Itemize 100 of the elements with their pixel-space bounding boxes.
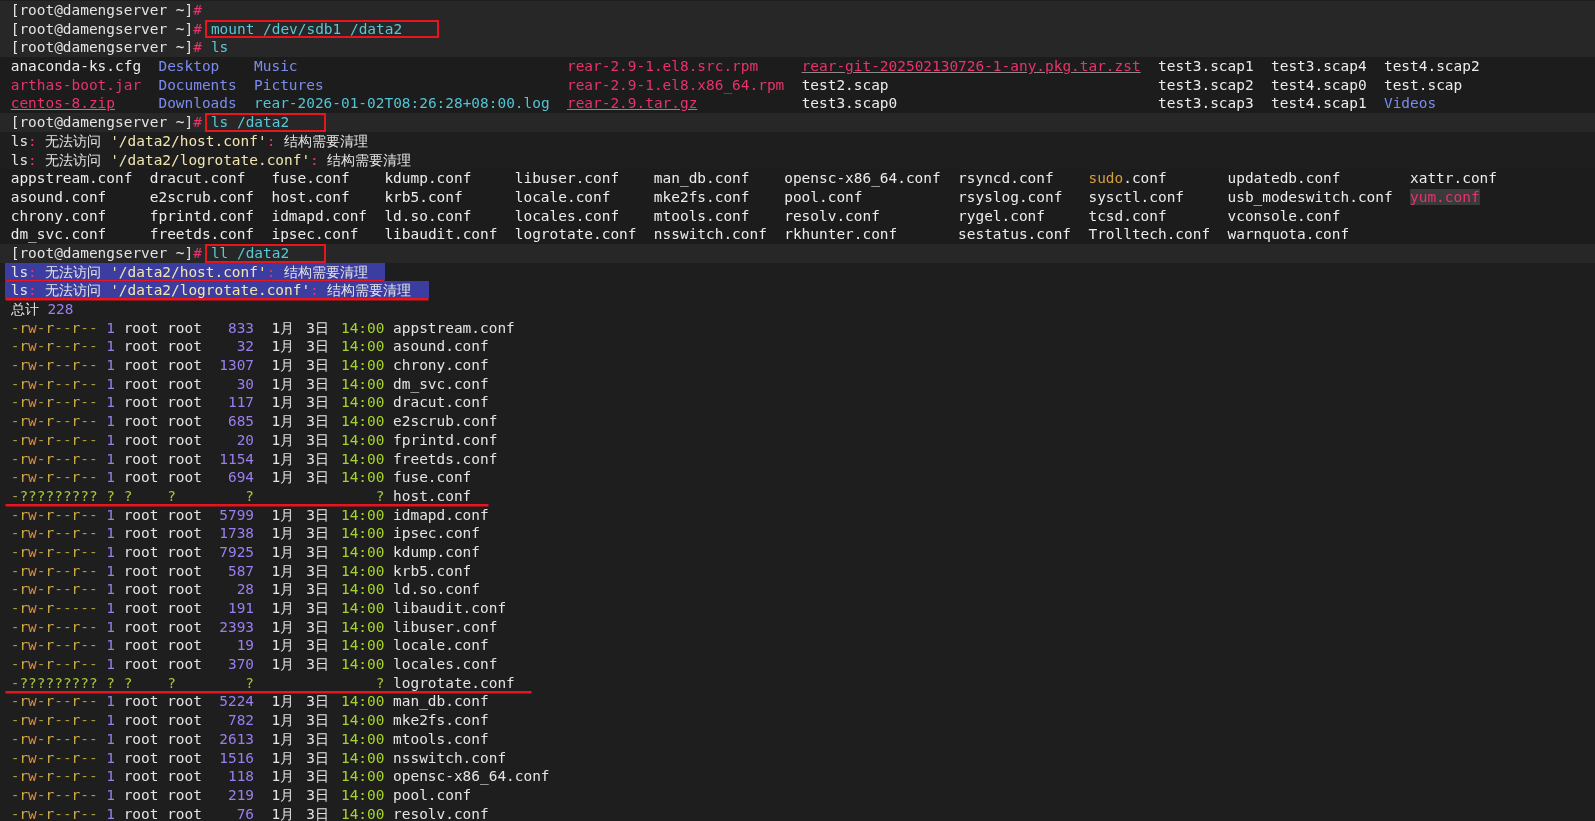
command-text: ll /data2 [204, 243, 326, 263]
file-name: man_db.conf [653, 170, 750, 187]
shell-prompt: [root@damengserver ~]# [10, 20, 202, 37]
file-name: usb_modeswitch.conf [1227, 188, 1393, 205]
shell-prompt: [root@damengserver ~]# [10, 114, 202, 131]
file-name: resolv.conf [784, 207, 880, 224]
file-name: test4.scap1 [1271, 95, 1367, 112]
file-name: appstream.conf [10, 170, 133, 187]
error-message: ls: 无法访问 '/data2/host.conf': 结构需要清理 [10, 131, 369, 151]
listing-line: -rw-r--r-- 1 root root 694 1月 3日 14:00 fuse.conf [10, 468, 472, 487]
listing-line: -rw-r--r-- 1 root root 2613 1月 3日 14:00 mtools.conf [10, 729, 489, 749]
file-name: freetds.conf [149, 226, 255, 243]
file-name: rear-git-202502130726-1-any.pkg.tar.zst [801, 58, 1141, 75]
file-name: fuse.conf [271, 170, 350, 187]
listing-line: -rw-r--r-- 1 root root 1516 1月 3日 14:00 nsswitch.conf [10, 748, 507, 768]
listing-line: -rw-r--r-- 1 root root 7925 1月 3日 14:00 kdump.conf [10, 542, 480, 562]
file-name: test3.scap3 [1158, 95, 1254, 112]
file-name: dm_svc.conf [10, 226, 107, 243]
file-name: mke2fs.conf [653, 188, 750, 205]
listing-line: -rw-r--r-- 1 root root 28 1月 3日 14:00 ld.so.conf [10, 580, 480, 599]
file-name: Downloads [158, 95, 237, 112]
error-message: ls: 无法访问 '/data2/logrotate.conf': 结构需要清理 [10, 150, 412, 170]
file-name: libaudit.conf [384, 226, 498, 243]
file-name: ipsec.conf [271, 226, 359, 243]
file-name: centos-8.zip [10, 95, 115, 112]
file-name: test.scap [1384, 76, 1463, 93]
command-text: mount /dev/sdb1 /data2 [204, 19, 439, 39]
file-name: test4.scap2 [1384, 58, 1480, 75]
file-name: rear-2.9-1.el8.x86_64.rpm [566, 76, 785, 93]
file-name: rygel.conf [958, 207, 1045, 224]
file-name: krb5.conf [384, 188, 463, 205]
file-name: ld.so.conf [384, 207, 472, 224]
file-name: rear-2.9-1.el8.src.rpm [566, 58, 759, 75]
total-line: 总计 228 [10, 301, 74, 317]
file-name: sestatus.conf [958, 226, 1072, 243]
file-name: pool.conf [784, 188, 863, 205]
listing-line: -rw-r--r-- 1 root root 2393 1月 3日 14:00 libuser.conf [10, 617, 498, 637]
error-message: ls: 无法访问 '/data2/logrotate.conf': 结构需要清理 [4, 281, 429, 299]
file-name: anaconda-ks.cfg [10, 58, 142, 75]
file-name: locales.conf [514, 207, 620, 224]
listing-line: -rw-r--r-- 1 root root 685 1月 3日 14:00 e2scrub.conf [10, 412, 498, 431]
file-name: test3.scap2 [1158, 76, 1254, 93]
listing-line: -rw-r--r-- 1 root root 20 1月 3日 14:00 fprintd.conf [10, 430, 498, 450]
file-name: test4.scap0 [1271, 76, 1367, 93]
file-name: e2scrub.conf [149, 188, 255, 205]
file-name: logrotate.conf [514, 226, 637, 243]
file-name: Trolltech.conf [1088, 226, 1211, 243]
file-name: updatedb.conf [1227, 170, 1341, 187]
listing-line: -rw-r--r-- 1 root root 30 1月 3日 14:00 dm_svc.conf [10, 374, 489, 394]
listing-line: -rw-r--r-- 1 root root 833 1月 3日 14:00 appstream.conf [10, 318, 515, 338]
file-name: Music [254, 58, 298, 75]
file-name: asound.conf [10, 188, 107, 205]
listing-line: -rw-r--r-- 1 root root 782 1月 3日 14:00 mke2fs.conf [10, 711, 489, 730]
file-name: rsyncd.conf [958, 170, 1054, 187]
file-name: dracut.conf [149, 170, 246, 187]
file-name: test3.scap1 [1158, 58, 1254, 75]
shell-prompt: [root@damengserver ~]# [10, 39, 202, 56]
file-name: Documents [158, 76, 237, 93]
file-name: rkhunter.conf [784, 226, 898, 243]
file-name: test2.scap [801, 76, 889, 93]
file-name: vconsole.conf [1227, 207, 1341, 224]
listing-line: -rw-r--r-- 1 root root 1307 1月 3日 14:00 chrony.conf [10, 356, 489, 375]
file-name: Videos [1384, 95, 1437, 112]
file-name: Pictures [254, 76, 324, 93]
listing-line: -rw-r----- 1 root root 191 1月 3日 14:00 libaudit.conf [10, 599, 507, 618]
file-name: arthas-boot.jar [10, 76, 142, 93]
command-text: ls [209, 38, 230, 58]
listing-line: -rw-r--r-- 1 root root 117 1月 3日 14:00 dracut.conf [10, 393, 489, 413]
file-name: xattr.conf [1410, 170, 1497, 187]
listing-line: -rw-r--r-- 1 root root 76 1月 3日 14:00 resolv.conf [10, 804, 489, 821]
listing-line: -rw-r--r-- 1 root root 1154 1月 3日 14:00 freetds.conf [10, 449, 498, 469]
shell-prompt: [root@damengserver ~]# [10, 2, 202, 18]
file-name: test3.scap0 [801, 95, 898, 112]
listing-line: -rw-r--r-- 1 root root 1738 1月 3日 14:00 ipsec.conf [10, 524, 480, 543]
listing-line: -????????? ? ? ? ? ? logrotate.conf [4, 673, 533, 691]
listing-line: -rw-r--r-- 1 root root 118 1月 3日 14:00 opensc-x86_64.conf [10, 767, 550, 786]
file-name: kdump.conf [384, 170, 472, 187]
file-name: host.conf [271, 188, 350, 205]
file-name: rear-2026-01-02T08:26:28+08:00.log [254, 95, 550, 112]
file-name: warnquota.conf [1227, 226, 1350, 243]
file-name: Desktop [158, 58, 220, 75]
file-name: yum.conf [1410, 188, 1480, 205]
file-name: sysctl.conf [1088, 188, 1185, 205]
shell-prompt: [root@damengserver ~]# [10, 244, 202, 261]
listing-line: -rw-r--r-- 1 root root 587 1月 3日 14:00 krb5.conf [10, 561, 472, 581]
file-name: rear-2.9.tar.gz [566, 95, 698, 112]
listing-line: -rw-r--r-- 1 root root 5799 1月 3日 14:00 idmapd.conf [10, 505, 489, 525]
listing-line: -rw-r--r-- 1 root root 370 1月 3日 14:00 locales.conf [10, 655, 498, 674]
file-name: fprintd.conf [149, 207, 255, 224]
listing-line: -????????? ? ? ? ? ? host.conf [4, 486, 489, 504]
file-name: tcsd.conf [1088, 207, 1167, 224]
file-name: mtools.conf [653, 207, 750, 224]
file-name: locale.conf [514, 188, 611, 205]
file-name: idmapd.conf [271, 207, 368, 224]
file-name: test3.scap4 [1271, 58, 1367, 75]
listing-line: -rw-r--r-- 1 root root 5224 1月 3日 14:00 man_db.conf [10, 692, 489, 712]
listing-line: -rw-r--r-- 1 root root 219 1月 3日 14:00 pool.conf [10, 785, 472, 805]
file-name: chrony.conf [10, 207, 107, 224]
listing-line: -rw-r--r-- 1 root root 19 1月 3日 14:00 locale.conf [10, 636, 489, 656]
file-name: nsswitch.conf [653, 226, 767, 243]
